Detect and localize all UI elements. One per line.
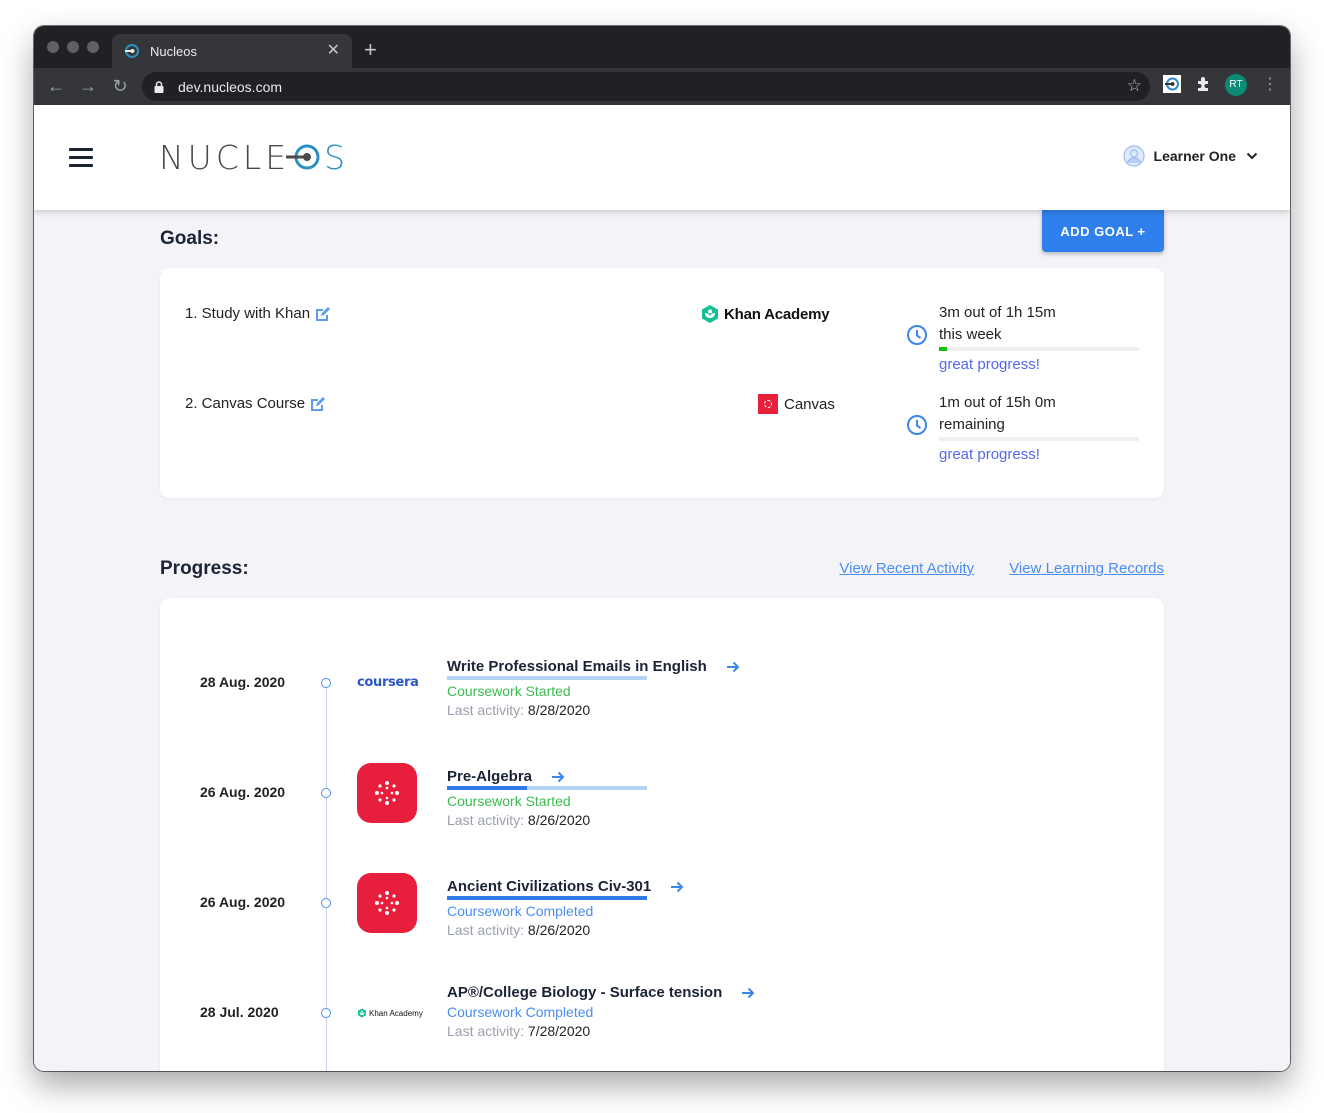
back-button[interactable]: ← — [46, 76, 66, 96]
goal-period-text: remaining — [939, 416, 1005, 433]
progress-entry: 26 Aug. 2020 Ancient Civilizations Civ-3… — [160, 854, 1164, 964]
clock-icon — [907, 415, 927, 435]
edit-icon[interactable] — [310, 396, 326, 412]
timeline-dot — [321, 788, 331, 798]
chevron-down-icon — [1246, 152, 1258, 160]
nucleos-favicon-icon — [125, 44, 139, 58]
entry-progress-bar — [447, 676, 647, 680]
goals-card: 1. Study with Khan Khan Academy 3m out o… — [160, 268, 1164, 498]
entry-date: 28 Aug. 2020 — [200, 674, 286, 690]
entry-date: 26 Aug. 2020 — [200, 784, 286, 800]
arrow-right-icon[interactable] — [725, 659, 741, 675]
goal-message: great progress! — [939, 446, 1040, 463]
tab-strip: Nucleos ✕ + — [34, 26, 1290, 68]
goal-time-text: 1m out of 15h 0m — [939, 394, 1056, 411]
progress-links: View Recent Activity View Learning Recor… — [839, 560, 1164, 577]
lock-icon — [154, 80, 164, 93]
canvas-logo-icon — [758, 394, 778, 414]
reload-button[interactable]: ↻ — [110, 76, 130, 96]
new-tab-button[interactable]: + — [364, 36, 377, 64]
add-goal-button[interactable]: ADD GOAL + — [1042, 210, 1164, 252]
browser-toolbar: ← → ↻ dev.nucleos.com ☆ RT ⋮ — [34, 68, 1290, 105]
window-controls — [47, 41, 99, 53]
close-window-button[interactable] — [47, 41, 59, 53]
logo-o-glyph-icon — [286, 144, 320, 170]
extensions-puzzle-icon[interactable] — [1195, 75, 1213, 93]
profile-avatar[interactable]: RT — [1225, 74, 1247, 96]
timeline-dot — [321, 678, 331, 688]
progress-entry: 28 Jul. 2020 Khan Academy AP®/College Bi… — [160, 964, 1164, 1071]
goal-item: 2. Canvas Course Canvas 1m out of 15h 0m — [160, 358, 1164, 463]
hamburger-menu-icon[interactable] — [69, 148, 93, 168]
progress-card: 28 Aug. 2020 coursera Write Professional… — [160, 598, 1164, 1071]
goals-heading: Goals: — [160, 228, 220, 249]
maximize-window-button[interactable] — [87, 41, 99, 53]
entry-status: Coursework Completed — [447, 903, 594, 919]
address-bar[interactable]: dev.nucleos.com ☆ — [142, 72, 1150, 101]
browser-window: Nucleos ✕ + ← → ↻ dev.nucleos.com ☆ RT ⋮ — [34, 26, 1290, 1071]
view-learning-records-link[interactable]: View Learning Records — [1009, 560, 1164, 577]
close-tab-icon[interactable]: ✕ — [327, 43, 340, 59]
goal-item: 1. Study with Khan Khan Academy 3m out o… — [160, 268, 1164, 373]
app-header: NUCLE S Learner One — [34, 105, 1290, 210]
main-content: Goals: ADD GOAL + 1. Study with Khan Kha… — [34, 210, 1290, 1071]
canvas-logo-icon — [357, 763, 417, 823]
canvas-logo-icon — [357, 873, 417, 933]
arrow-right-icon[interactable] — [550, 769, 566, 785]
clock-icon — [907, 325, 927, 345]
entry-status: Coursework Completed — [447, 1004, 594, 1020]
entry-progress-fill — [447, 786, 527, 790]
progress-entry: 28 Aug. 2020 coursera Write Professional… — [160, 634, 1164, 744]
user-avatar-icon — [1122, 145, 1145, 167]
goal-progress-fill — [939, 347, 947, 351]
forward-button[interactable]: → — [78, 76, 98, 96]
goal-name: 1. Study with Khan — [185, 305, 311, 322]
entry-last-activity: Last activity: 7/28/2020 — [447, 1023, 591, 1039]
entry-last-activity: Last activity: 8/28/2020 — [447, 702, 591, 718]
entry-title[interactable]: Ancient Civilizations Civ-301 — [447, 878, 651, 895]
bookmark-star-icon[interactable]: ☆ — [1127, 76, 1142, 96]
progress-entry: 26 Aug. 2020 Pre-Algebra Coursework Star… — [160, 744, 1164, 854]
goal-progress: 1m out of 15h 0m remaining great progres… — [939, 392, 1139, 463]
entry-last-activity: Last activity: 8/26/2020 — [447, 922, 591, 938]
entry-date: 28 Jul. 2020 — [200, 1004, 279, 1020]
nucleos-logo[interactable]: NUCLE S — [159, 138, 349, 177]
arrow-right-icon[interactable] — [669, 879, 685, 895]
url-text: dev.nucleos.com — [178, 78, 283, 95]
entry-progress-fill — [447, 896, 647, 900]
user-menu[interactable]: Learner One — [1122, 145, 1258, 167]
entry-progress-bar — [447, 896, 647, 900]
goal-provider: Khan Academy — [700, 304, 830, 324]
user-name: Learner One — [1153, 148, 1236, 164]
khan-academy-logo-icon — [702, 305, 718, 323]
entry-date: 26 Aug. 2020 — [200, 894, 286, 910]
goal-time-text: 3m out of 1h 15m — [939, 304, 1056, 321]
goal-progress-bar — [939, 347, 1139, 351]
nucleos-extension-icon[interactable] — [1163, 75, 1181, 93]
goal-period-text: this week — [939, 326, 1002, 343]
entry-progress-bar — [447, 786, 647, 790]
browser-tab-active[interactable]: Nucleos ✕ — [112, 34, 352, 68]
khan-academy-logo-icon — [358, 1008, 366, 1018]
goal-progress-bar — [939, 437, 1139, 441]
timeline-dot — [321, 1008, 331, 1018]
khan-academy-logo: Khan Academy — [357, 1008, 423, 1018]
entry-title[interactable]: Pre-Algebra — [447, 768, 532, 785]
arrow-right-icon[interactable] — [740, 985, 756, 1001]
tab-title: Nucleos — [150, 43, 197, 59]
view-recent-activity-link[interactable]: View Recent Activity — [839, 560, 974, 577]
entry-status: Coursework Started — [447, 793, 571, 809]
goal-provider: Canvas — [758, 394, 835, 414]
timeline-dot — [321, 898, 331, 908]
edit-icon[interactable] — [315, 306, 331, 322]
entry-title[interactable]: Write Professional Emails in English — [447, 658, 707, 675]
minimize-window-button[interactable] — [67, 41, 79, 53]
entry-last-activity: Last activity: 8/26/2020 — [447, 812, 591, 828]
browser-menu-icon[interactable]: ⋮ — [1262, 75, 1278, 95]
progress-heading: Progress: — [160, 558, 249, 579]
entry-status: Coursework Started — [447, 683, 571, 699]
goal-name: 2. Canvas Course — [185, 395, 306, 412]
coursera-logo: coursera — [357, 675, 419, 690]
entry-title[interactable]: AP®/College Biology - Surface tension — [447, 984, 722, 1001]
